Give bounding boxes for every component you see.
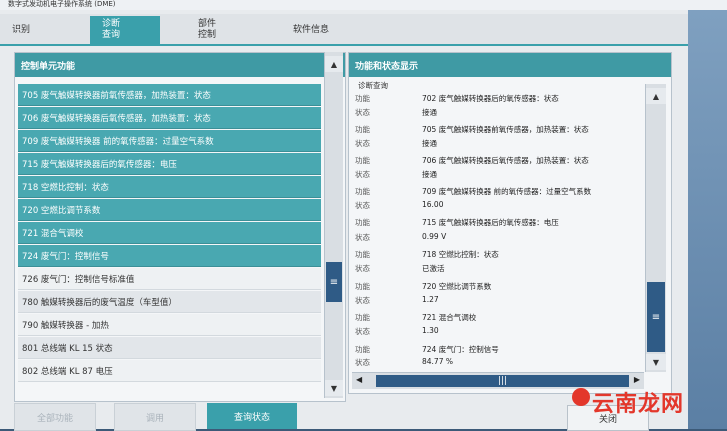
state-value: 接通 — [422, 170, 437, 179]
func-value: 724 废气门：控制信号 — [422, 345, 499, 354]
state-label: 状态 — [355, 139, 370, 148]
func-value: 705 废气触媒转换器前氧传感器，加热装置：状态 — [422, 125, 589, 134]
func-value: 721 混合气调校 — [422, 313, 477, 322]
left-scrollbar[interactable]: ▲ ≡ ▼ — [324, 52, 343, 398]
list-item[interactable]: 720 空燃比调节系数 — [18, 199, 321, 221]
list-item[interactable]: 724 废气门：控制信号 — [18, 245, 321, 267]
state-label: 状态 — [355, 108, 370, 117]
state-value: 已激活 — [422, 264, 445, 273]
func-label: 功能 — [355, 156, 370, 165]
all-functions-button[interactable]: 全部功能 — [14, 403, 96, 431]
window-title-bar: 数字式发动机电子操作系统 (DME) — [0, 0, 727, 10]
scroll-thumb[interactable]: ≡ — [326, 262, 342, 302]
query-status-button[interactable]: 查询状态 — [207, 403, 297, 429]
state-label: 状态 — [355, 233, 370, 242]
state-label: 状态 — [355, 327, 370, 336]
list-item[interactable]: 801 总线端 KL 15 状态 — [18, 337, 321, 359]
state-value: 1.30 — [422, 326, 439, 335]
func-value: 706 废气触媒转换器后氧传感器，加热装置：状态 — [422, 156, 589, 165]
func-label: 功能 — [355, 125, 370, 134]
list-item[interactable]: 802 总线端 KL 87 电压 — [18, 360, 321, 382]
list-item[interactable]: 706 废气触媒转换器后氧传感器，加热装置：状态 — [18, 107, 321, 129]
state-label: 状态 — [355, 264, 370, 273]
state-value: 84.77 % — [422, 357, 453, 366]
list-item[interactable]: 715 废气触媒转换器后的氧传感器：电压 — [18, 153, 321, 175]
func-label: 功能 — [355, 250, 370, 259]
tab-component-control[interactable]: 部件控制 — [190, 16, 246, 44]
func-label: 功能 — [355, 282, 370, 291]
scroll-left-icon[interactable]: ◀ — [356, 375, 362, 384]
func-value: 720 空燃比调节系数 — [422, 282, 492, 291]
section-title: 诊断查询 — [358, 81, 388, 90]
scroll-down-icon[interactable]: ▼ — [646, 354, 666, 370]
func-label: 功能 — [355, 94, 370, 103]
state-value: 1.27 — [422, 295, 439, 304]
list-item[interactable]: 790 触媒转换器 - 加热 — [18, 314, 321, 336]
list-item[interactable]: 709 废气触媒转换器 前的氧传感器：过量空气系数 — [18, 130, 321, 152]
state-label: 状态 — [355, 201, 370, 210]
func-label: 功能 — [355, 345, 370, 354]
func-value: 718 空燃比控制：状态 — [422, 250, 499, 259]
func-value: 709 废气触媒转换器 前的氧传感器：过量空气系数 — [422, 187, 592, 196]
scroll-right-icon[interactable]: ▶ — [634, 375, 640, 384]
right-scrollbar[interactable]: ▲ ≡ ▼ — [645, 84, 666, 372]
watermark-text: 云南龙网 — [592, 392, 685, 417]
func-value: 702 废气触媒转换器后的氧传感器：状态 — [422, 94, 559, 103]
left-panel-header: 控制单元功能 — [15, 53, 345, 77]
func-label: 功能 — [355, 187, 370, 196]
list-item[interactable]: 780 触媒转换器后的废气温度（车型值） — [18, 291, 321, 313]
state-value: 接通 — [422, 139, 437, 148]
func-value: 715 废气触媒转换器后的氧传感器：电压 — [422, 218, 559, 227]
scroll-up-icon[interactable]: ▲ — [325, 56, 343, 72]
tab-diagnosis[interactable]: 诊断查询 — [90, 16, 160, 44]
desktop-background — [688, 10, 727, 429]
state-value: 0.99 V — [422, 232, 447, 241]
state-label: 状态 — [355, 358, 370, 367]
watermark-logo-icon — [572, 388, 590, 406]
tab-software-info[interactable]: 软件信息 — [285, 16, 361, 44]
state-value: 接通 — [422, 108, 437, 117]
list-item[interactable]: 705 废气触媒转换器前氧传感器，加热装置：状态 — [18, 84, 321, 106]
tab-identify[interactable]: 识别 — [4, 16, 84, 44]
scroll-up-icon[interactable]: ▲ — [646, 88, 666, 104]
call-button[interactable]: 调用 — [114, 403, 196, 431]
state-label: 状态 — [355, 170, 370, 179]
list-item[interactable]: 721 混合气调校 — [18, 222, 321, 244]
state-value: 16.00 — [422, 200, 444, 209]
state-label: 状态 — [355, 296, 370, 305]
tab-bar: 识别 诊断查询 部件控制 软件信息 — [0, 14, 688, 46]
scroll-thumb[interactable]: ≡ — [647, 282, 665, 352]
list-item[interactable]: 726 废气门：控制信号标准值 — [18, 268, 321, 290]
right-panel-header: 功能和状态显示 — [349, 53, 671, 77]
func-label: 功能 — [355, 218, 370, 227]
func-label: 功能 — [355, 313, 370, 322]
list-item[interactable]: 718 空燃比控制：状态 — [18, 176, 321, 198]
scroll-down-icon[interactable]: ▼ — [325, 380, 343, 396]
window-title: 数字式发动机电子操作系统 (DME) — [8, 0, 116, 8]
